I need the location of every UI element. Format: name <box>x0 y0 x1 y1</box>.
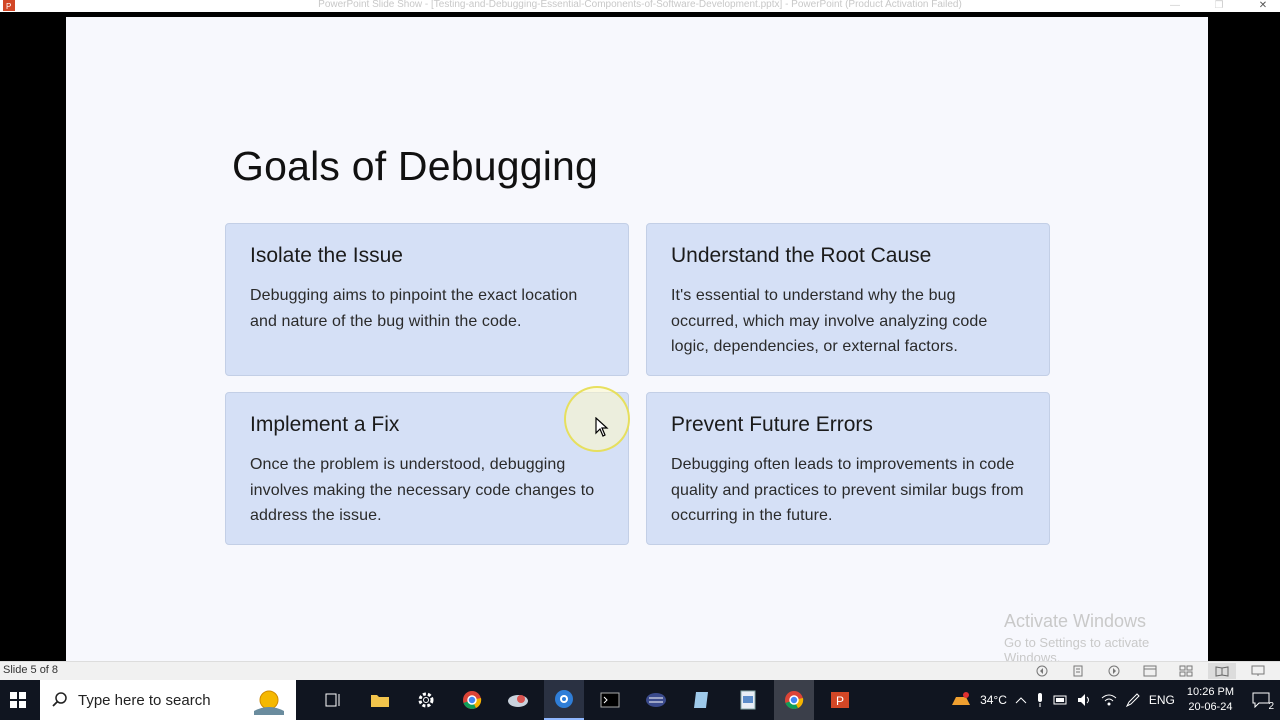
browser-icon[interactable] <box>544 680 584 720</box>
clock[interactable]: 10:26 PM 20-06-24 <box>1179 685 1242 715</box>
pen-icon[interactable] <box>1121 680 1145 720</box>
previous-icon[interactable] <box>1028 663 1056 679</box>
card-heading: Implement a Fix <box>250 413 400 436</box>
slide-sorter-icon[interactable] <box>1172 663 1200 679</box>
app-icon[interactable] <box>498 680 538 720</box>
card-isolate-issue: Isolate the Issue Debugging aims to pinp… <box>225 223 629 376</box>
slide-counter: Slide 5 of 8 <box>3 664 59 676</box>
notification-icon[interactable]: 2 <box>1242 680 1280 720</box>
mouse-pointer-icon <box>595 417 609 437</box>
watermark-line1: Activate Windows <box>1004 611 1147 631</box>
settings-icon[interactable] <box>406 680 446 720</box>
terminal-icon[interactable] <box>590 680 630 720</box>
slide[interactable]: Goals of Debugging Isolate the Issue Deb… <box>66 17 1208 665</box>
card-heading: Prevent Future Errors <box>671 413 873 436</box>
card-heading: Understand the Root Cause <box>671 244 932 267</box>
window-titlebar: P PowerPoint Slide Show - [Testing-and-D… <box>0 0 1280 12</box>
wifi-icon[interactable] <box>1097 680 1121 720</box>
language-indicator[interactable]: ENG <box>1145 680 1179 720</box>
slide-title: Goals of Debugging <box>232 143 599 189</box>
chrome-icon[interactable] <box>774 680 814 720</box>
weather-icon[interactable] <box>946 680 976 720</box>
card-body: Debugging often leads to improvements in… <box>671 456 1024 524</box>
search-icon <box>52 692 67 707</box>
card-prevent-errors: Prevent Future Errors Debugging often le… <box>646 392 1050 545</box>
volume-icon[interactable] <box>1073 680 1097 720</box>
minimize-button[interactable]: — <box>1168 0 1182 12</box>
card-body: It's essential to understand why the bug… <box>671 287 988 355</box>
card-body: Once the problem is understood, debuggin… <box>250 456 595 524</box>
powerpoint-icon[interactable]: P <box>820 680 860 720</box>
windows-logo-icon <box>10 692 26 708</box>
slideshow-stage: Goals of Debugging Isolate the Issue Deb… <box>0 12 1280 665</box>
document-icon[interactable] <box>728 680 768 720</box>
status-bar: Slide 5 of 8 <box>0 661 1280 680</box>
file-explorer-icon[interactable] <box>360 680 400 720</box>
activate-windows-watermark: Activate Windows Go to Settings to activ… <box>1004 611 1208 665</box>
taskbar-search-box[interactable]: Type here to search <box>40 680 296 720</box>
normal-view-icon[interactable] <box>1136 663 1164 679</box>
start-button[interactable] <box>0 680 36 720</box>
next-icon[interactable] <box>1100 663 1128 679</box>
time: 10:26 PM <box>1186 686 1234 698</box>
svg-text:P: P <box>836 694 844 708</box>
editor-icon[interactable] <box>636 680 676 720</box>
slideshow-icon[interactable] <box>1244 663 1272 679</box>
microphone-icon[interactable] <box>1031 680 1049 720</box>
temperature[interactable]: 34°C <box>976 680 1011 720</box>
card-body: Debugging aims to pinpoint the exact loc… <box>250 287 578 330</box>
date: 20-06-24 <box>1188 701 1233 713</box>
reading-view-icon[interactable] <box>1208 663 1236 679</box>
chrome-icon[interactable] <box>452 680 492 720</box>
card-root-cause: Understand the Root Cause It's essential… <box>646 223 1050 376</box>
taskbar: Type here to search P 34°C ENG 10:26 PM … <box>0 680 1280 720</box>
battery-icon[interactable] <box>1049 680 1073 720</box>
slide-list-icon[interactable] <box>1064 663 1092 679</box>
window-title: PowerPoint Slide Show - [Testing-and-Deb… <box>318 0 962 10</box>
notepad-icon[interactable] <box>682 680 722 720</box>
close-button[interactable]: ✕ <box>1256 0 1270 12</box>
card-heading: Isolate the Issue <box>250 244 403 267</box>
task-view-icon[interactable] <box>314 680 354 720</box>
search-placeholder: Type here to search <box>78 691 211 709</box>
restore-button[interactable]: ❐ <box>1212 0 1226 12</box>
system-tray: 34°C ENG 10:26 PM 20-06-24 2 <box>946 680 1280 720</box>
chevron-up-icon[interactable] <box>1011 680 1031 720</box>
weather-sun-icon <box>254 690 284 715</box>
notification-badge: 2 <box>1268 701 1274 712</box>
